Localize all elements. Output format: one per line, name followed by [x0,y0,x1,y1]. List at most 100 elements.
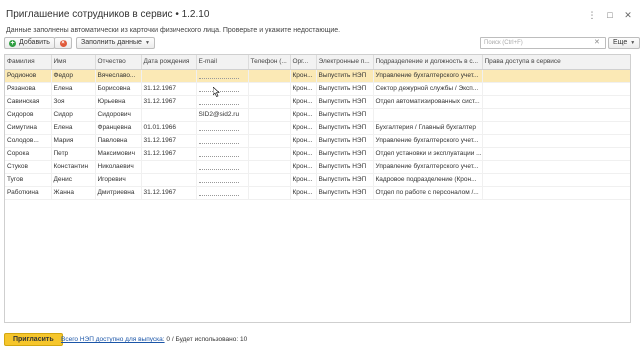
name-cell[interactable]: Константин [51,160,96,174]
table-row[interactable]: Родионов Федор Вячеславо... Крон... Выпустит… [5,69,630,83]
phone-cell[interactable] [248,147,291,161]
col-header[interactable]: Дата рождения [141,55,197,70]
department-cell[interactable]: Отдел автоматизированных сист... [373,95,483,109]
name-cell[interactable]: Федор [51,69,96,83]
birth-date-cell[interactable] [141,69,197,83]
nep-cell[interactable]: Выпустить НЭП [316,147,374,161]
nep-cell[interactable]: Выпустить НЭП [316,108,374,122]
surname-cell[interactable]: Тугов [5,173,52,187]
birth-date-cell[interactable]: 31.12.1967 [141,82,197,96]
rights-cell[interactable] [482,108,630,122]
col-header[interactable]: Отчество [95,55,142,70]
nep-cell[interactable]: Выпустить НЭП [316,186,374,200]
name-cell[interactable]: Елена [51,121,96,135]
department-cell[interactable] [373,108,483,122]
phone-cell[interactable] [248,134,291,148]
surname-cell[interactable]: Родионов [5,69,52,83]
email-cell[interactable] [196,121,249,135]
name-cell[interactable]: Мария [51,134,96,148]
birth-date-cell[interactable] [141,108,197,122]
surname-cell[interactable]: Солодов... [5,134,52,148]
surname-cell[interactable]: Сорока [5,147,52,161]
email-cell[interactable] [196,134,249,148]
rights-cell[interactable] [482,173,630,187]
department-cell[interactable]: Кадровое подразделение (Крон... [373,173,483,187]
nep-available-link[interactable]: Всего НЭП доступно для выпуска: [61,336,165,343]
birth-date-cell[interactable]: 31.12.1967 [141,147,197,161]
org-cell[interactable]: Крон... [290,160,317,174]
org-cell[interactable]: Крон... [290,121,317,135]
surname-cell[interactable]: Симутина [5,121,52,135]
phone-cell[interactable] [248,82,291,96]
table-row[interactable]: Стуков Константин Николаевич Крон... Выпусти… [5,160,630,174]
phone-cell[interactable] [248,108,291,122]
invite-button[interactable]: Пригласить [4,333,63,346]
col-header[interactable]: Электронные п... [316,55,374,70]
birth-date-cell[interactable]: 01.01.1966 [141,121,197,135]
phone-cell[interactable] [248,173,291,187]
email-cell[interactable] [196,82,249,96]
department-cell[interactable]: Бухгалтерия / Главный бухгалтер [373,121,483,135]
col-header[interactable]: Права доступа в сервисе [482,55,630,70]
email-cell[interactable] [196,173,249,187]
table-row[interactable]: Тугов Денис Игоревич Крон... Выпустить НЭП Ка… [5,173,630,187]
name-cell[interactable]: Зоя [51,95,96,109]
org-cell[interactable]: Крон... [290,173,317,187]
rights-cell[interactable] [482,95,630,109]
more-button[interactable]: Еще ▼ [608,37,640,49]
table-row[interactable]: Работкина Жанна Дмитриевна 31.12.1967 Крон..… [5,186,630,200]
rights-cell[interactable] [482,82,630,96]
department-cell[interactable]: Отдел по работе с персоналом /... [373,186,483,200]
phone-cell[interactable] [248,95,291,109]
rights-cell[interactable] [482,134,630,148]
name-cell[interactable]: Петр [51,147,96,161]
clear-search-icon[interactable]: ✕ [594,38,600,48]
nep-cell[interactable]: Выпустить НЭП [316,160,374,174]
patronymic-cell[interactable]: Павловна [95,134,142,148]
org-cell[interactable]: Крон... [290,147,317,161]
rights-cell[interactable] [482,121,630,135]
phone-cell[interactable] [248,121,291,135]
surname-cell[interactable]: Савинская [5,95,52,109]
nep-cell[interactable]: Выпустить НЭП [316,173,374,187]
col-header[interactable]: Имя [51,55,96,70]
patronymic-cell[interactable]: Николаевич [95,160,142,174]
surname-cell[interactable]: Рязанова [5,82,52,96]
email-cell[interactable] [196,186,249,200]
patronymic-cell[interactable]: Вячеславо... [95,69,142,83]
department-cell[interactable]: Сектор дежурной службы / Эксп... [373,82,483,96]
org-cell[interactable]: Крон... [290,82,317,96]
phone-cell[interactable] [248,69,291,83]
nep-cell[interactable]: Выпустить НЭП [316,95,374,109]
birth-date-cell[interactable]: 31.12.1967 [141,134,197,148]
maximize-icon[interactable]: □ [604,9,616,21]
email-cell[interactable] [196,69,249,83]
birth-date-cell[interactable] [141,160,197,174]
rights-cell[interactable] [482,147,630,161]
surname-cell[interactable]: Стуков [5,160,52,174]
patronymic-cell[interactable]: Дмитриевна [95,186,142,200]
nep-cell[interactable]: Выпустить НЭП [316,134,374,148]
department-cell[interactable]: Управление бухгалтерского учет... [373,160,483,174]
table-row[interactable]: Сорока Петр Максимович 31.12.1967 Крон... Вып… [5,147,630,161]
rights-cell[interactable] [482,186,630,200]
org-cell[interactable]: Крон... [290,134,317,148]
patronymic-cell[interactable]: Францевна [95,121,142,135]
rights-cell[interactable] [482,160,630,174]
org-cell[interactable]: Крон... [290,186,317,200]
phone-cell[interactable] [248,186,291,200]
birth-date-cell[interactable]: 31.12.1967 [141,95,197,109]
birth-date-cell[interactable] [141,173,197,187]
birth-date-cell[interactable]: 31.12.1967 [141,186,197,200]
more-menu-icon[interactable]: ⋮ [586,9,598,21]
email-cell[interactable]: SID2@sid2.ru [196,108,249,122]
surname-cell[interactable]: Работкина [5,186,52,200]
org-cell[interactable]: Крон... [290,69,317,83]
email-cell[interactable] [196,147,249,161]
fill-data-button[interactable]: Заполнить данные ▼ [76,37,155,49]
name-cell[interactable]: Сидор [51,108,96,122]
col-header[interactable]: Фамилия [5,55,52,70]
patronymic-cell[interactable]: Максимович [95,147,142,161]
department-cell[interactable]: Отдел установки и эксплуатации ... [373,147,483,161]
org-cell[interactable]: Крон... [290,108,317,122]
